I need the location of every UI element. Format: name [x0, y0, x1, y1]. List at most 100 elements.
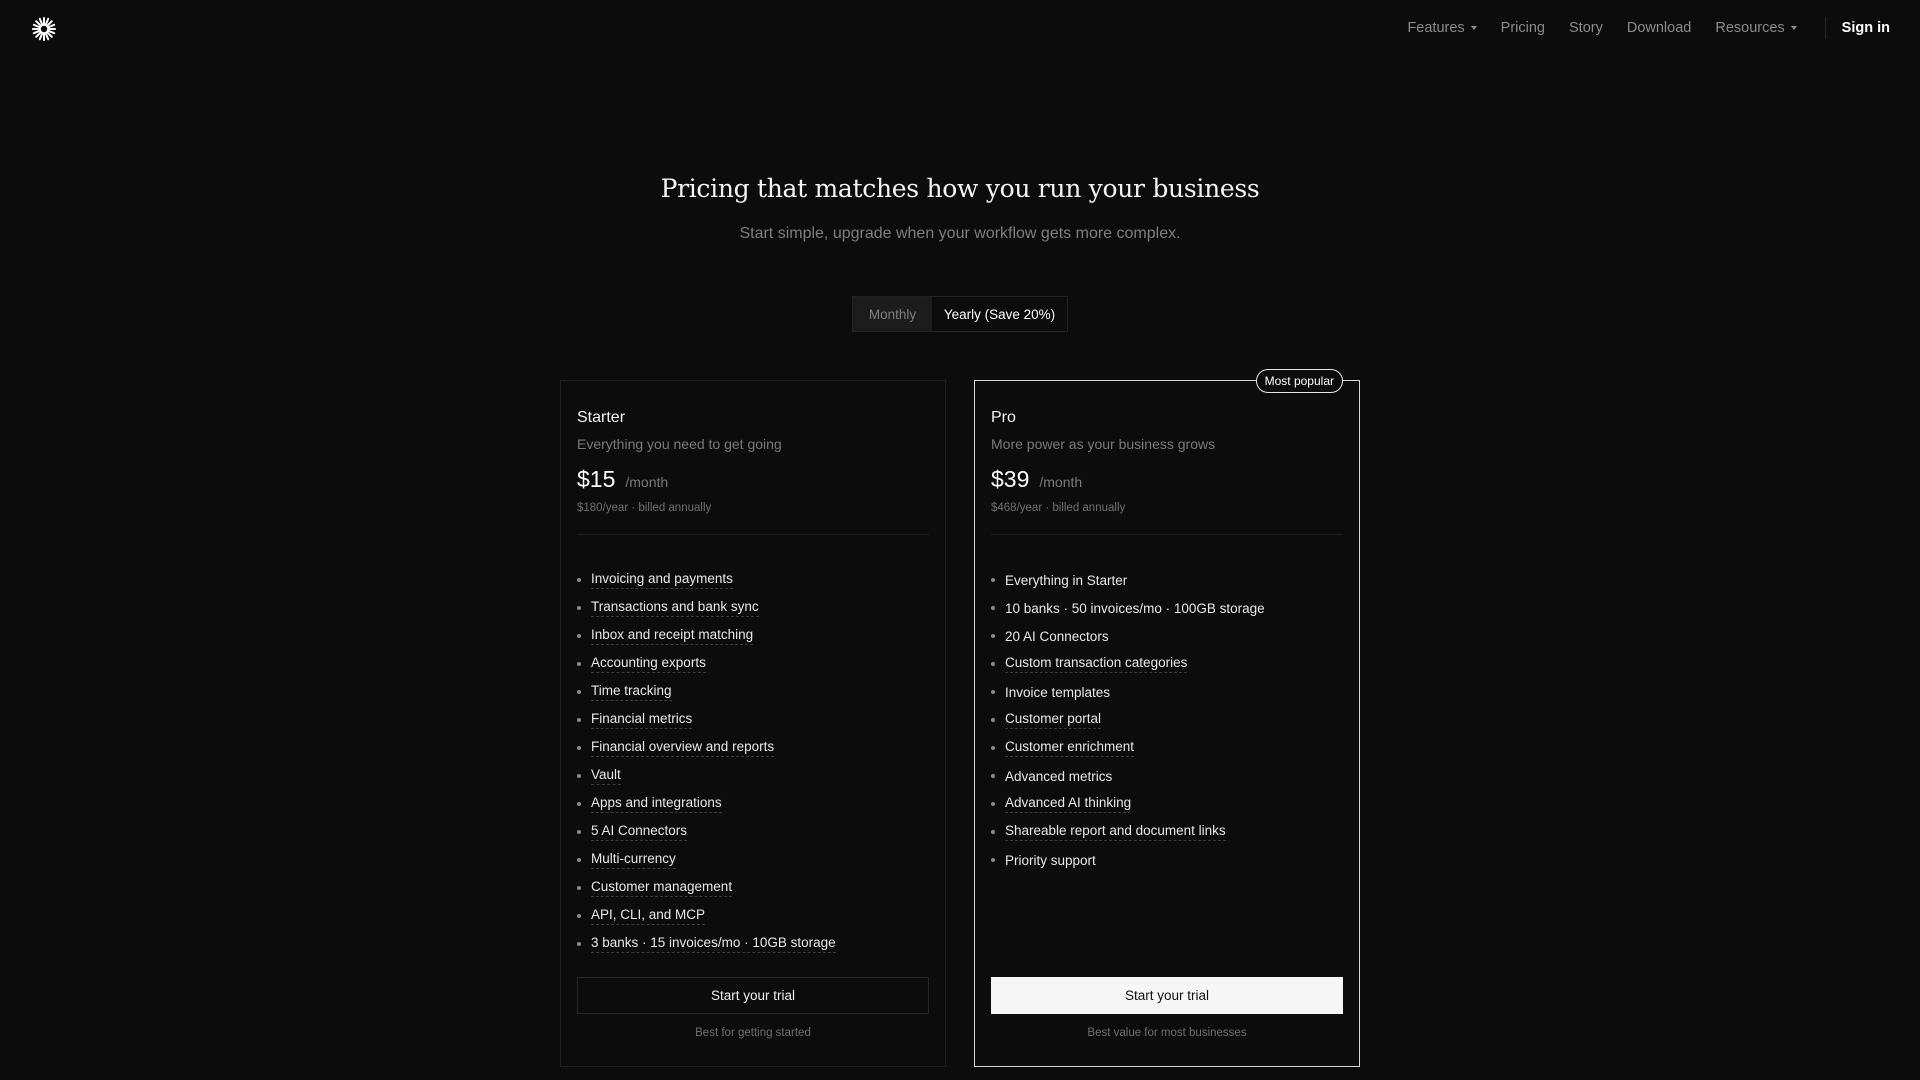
- bullet-icon: [991, 690, 995, 694]
- divider: [991, 534, 1343, 535]
- feature-label[interactable]: Apps and integrations: [591, 795, 722, 813]
- nav-story[interactable]: Story: [1569, 20, 1603, 36]
- bullet-icon: [577, 718, 581, 722]
- plan-billing-note: $468/year · billed annually: [991, 502, 1126, 514]
- feature-item: Vault: [577, 762, 836, 790]
- sign-in-link[interactable]: Sign in: [1842, 20, 1890, 36]
- bullet-icon: [577, 858, 581, 862]
- plan-period: /month: [1039, 474, 1083, 490]
- feature-item: Financial metrics: [577, 706, 836, 734]
- nav-story-label: Story: [1569, 20, 1603, 36]
- bullet-icon: [991, 774, 995, 778]
- bullet-icon: [577, 662, 581, 666]
- bullet-icon: [991, 578, 995, 582]
- nav-pricing[interactable]: Pricing: [1501, 20, 1545, 36]
- bullet-icon: [577, 690, 581, 694]
- feature-list: Everything in Starter 10 banks · 50 invo…: [991, 566, 1265, 874]
- feature-item: Customer portal: [991, 706, 1265, 734]
- plan-note: Best for getting started: [695, 1027, 811, 1039]
- plan-description: More power as your business grows: [991, 436, 1216, 452]
- plan-name: Pro: [991, 409, 1016, 426]
- feature-label[interactable]: Financial metrics: [591, 711, 693, 729]
- billing-toggle: Monthly Yearly (Save 20%): [852, 296, 1068, 332]
- plan-name: Starter: [577, 409, 626, 426]
- feature-item: Shareable report and document links: [991, 818, 1265, 846]
- feature-label[interactable]: Multi-currency: [591, 851, 676, 869]
- feature-label[interactable]: Transactions and bank sync: [591, 599, 759, 617]
- feature-item: Advanced metrics: [991, 762, 1265, 790]
- bullet-icon: [991, 662, 995, 666]
- bullet-icon: [577, 578, 581, 582]
- price-row: $15 /month: [577, 466, 668, 493]
- bullet-icon: [991, 718, 995, 722]
- feature-label[interactable]: Advanced AI thinking: [1005, 795, 1132, 813]
- chevron-down-icon: [1470, 26, 1477, 30]
- bullet-icon: [577, 914, 581, 918]
- nav-pricing-label: Pricing: [1500, 20, 1545, 36]
- start-trial-button[interactable]: Start your trial: [577, 977, 929, 1014]
- feature-label[interactable]: API, CLI, and MCP: [591, 907, 706, 925]
- bullet-icon: [991, 830, 995, 834]
- feature-label: 10 banks · 50 invoices/mo · 100GB storag…: [1005, 600, 1265, 616]
- chevron-down-icon: [1790, 26, 1797, 30]
- feature-label[interactable]: Time tracking: [591, 683, 672, 701]
- nav-download[interactable]: Download: [1627, 20, 1692, 36]
- nav-features[interactable]: Features: [1407, 20, 1477, 36]
- feature-label[interactable]: Inbox and receipt matching: [591, 627, 754, 645]
- feature-label[interactable]: Customer portal: [1005, 711, 1102, 729]
- bullet-icon: [991, 634, 995, 638]
- feature-item: Transactions and bank sync: [577, 594, 836, 622]
- feature-item: Financial overview and reports: [577, 734, 836, 762]
- feature-list: Invoicing and payments Transactions and …: [577, 566, 836, 958]
- feature-item: Invoice templates: [991, 678, 1265, 706]
- plan-card-starter: Starter Everything you need to get going…: [560, 380, 946, 1067]
- bullet-icon: [577, 774, 581, 778]
- asterisk-burst-icon[interactable]: [30, 15, 58, 43]
- bullet-icon: [577, 746, 581, 750]
- feature-item: Multi-currency: [577, 846, 836, 874]
- feature-item: API, CLI, and MCP: [577, 902, 836, 930]
- feature-label[interactable]: 3 banks · 15 invoices/mo · 10GB storage: [591, 935, 836, 953]
- feature-item: Apps and integrations: [577, 790, 836, 818]
- start-trial-button[interactable]: Start your trial: [991, 977, 1343, 1014]
- nav-resources[interactable]: Resources: [1715, 20, 1797, 36]
- feature-item: Customer management: [577, 874, 836, 902]
- nav-features-label: Features: [1407, 20, 1465, 36]
- plan-price: $15: [577, 466, 616, 492]
- bullet-icon: [991, 858, 995, 862]
- bullet-icon: [991, 606, 995, 610]
- feature-label[interactable]: 5 AI Connectors: [591, 823, 688, 841]
- bullet-icon: [577, 830, 581, 834]
- feature-item: Invoicing and payments: [577, 566, 836, 594]
- feature-item: Custom transaction categories: [991, 650, 1265, 678]
- bullet-icon: [577, 606, 581, 610]
- feature-label[interactable]: Financial overview and reports: [591, 739, 775, 757]
- feature-label[interactable]: Customer enrichment: [1005, 739, 1135, 757]
- feature-label: Invoice templates: [1005, 684, 1111, 700]
- price-row: $39 /month: [991, 466, 1082, 493]
- plan-billing-note: $180/year · billed annually: [577, 502, 712, 514]
- feature-item: 3 banks · 15 invoices/mo · 10GB storage: [577, 930, 836, 958]
- feature-item: 20 AI Connectors: [991, 622, 1265, 650]
- feature-label[interactable]: Customer management: [591, 879, 733, 897]
- bullet-icon: [991, 802, 995, 806]
- feature-label[interactable]: Invoicing and payments: [591, 571, 733, 589]
- feature-label[interactable]: Custom transaction categories: [1005, 655, 1188, 673]
- feature-label: Everything in Starter: [1005, 572, 1128, 588]
- feature-label: 20 AI Connectors: [1005, 628, 1109, 644]
- bullet-icon: [577, 634, 581, 638]
- nav-download-label: Download: [1626, 20, 1692, 36]
- billing-yearly-option[interactable]: Yearly (Save 20%): [932, 297, 1067, 331]
- bullet-icon: [577, 886, 581, 890]
- feature-label[interactable]: Vault: [591, 767, 621, 785]
- nav-divider: [1824, 17, 1826, 39]
- feature-item: Time tracking: [577, 678, 836, 706]
- plan-card-pro: Most popular Pro More power as your busi…: [974, 369, 1360, 1067]
- main-nav: Features Pricing Story Download Resource…: [1383, 0, 1890, 56]
- bullet-icon: [577, 942, 581, 946]
- feature-item: Customer enrichment: [991, 734, 1265, 762]
- billing-monthly-option[interactable]: Monthly: [853, 297, 932, 331]
- feature-label[interactable]: Shareable report and document links: [1005, 823, 1226, 841]
- feature-label[interactable]: Accounting exports: [591, 655, 706, 673]
- plan-price: $39: [991, 466, 1030, 492]
